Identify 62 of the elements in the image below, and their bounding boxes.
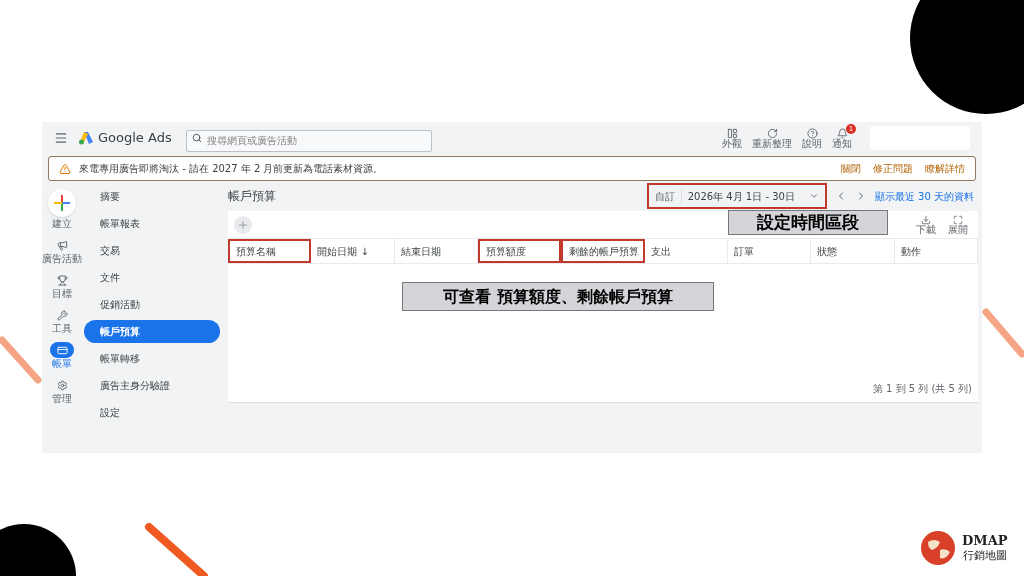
rail-item[interactable]: 目標	[50, 272, 74, 299]
globe-logo-icon	[920, 530, 956, 566]
search-field[interactable]: 搜尋網頁或廣告活動	[185, 129, 432, 152]
brand-name: DMAP	[962, 533, 1008, 550]
logo-icon	[78, 131, 94, 145]
create-button[interactable]: 建立	[48, 189, 76, 229]
table-tool-button[interactable]: 展開	[948, 214, 968, 235]
decorative-stroke	[144, 522, 210, 576]
toolbar-button[interactable]: 說明	[802, 127, 822, 149]
menu-item[interactable]: 文件	[84, 266, 220, 289]
banner-link[interactable]: 瞭解詳情	[925, 161, 965, 176]
decorative-stroke	[0, 336, 42, 384]
menu-item[interactable]: 帳戶預算	[84, 320, 220, 343]
column-header[interactable]: 預算額度	[478, 239, 562, 263]
column-header[interactable]: 剩餘的帳戶預算	[561, 239, 645, 263]
refresh-icon	[766, 127, 778, 139]
menu-icon[interactable]	[54, 131, 68, 145]
toolbar-button[interactable]: 外觀	[722, 127, 742, 149]
banner-link[interactable]: 修正問題	[873, 161, 913, 176]
layout-icon	[726, 127, 738, 139]
download-icon	[921, 214, 931, 225]
brand-tagline: 行銷地圖	[962, 549, 1007, 563]
plus-icon	[48, 189, 76, 217]
expand-icon	[953, 214, 963, 225]
rail-item[interactable]: 帳單	[50, 342, 74, 369]
annotation-label: 可查看 預算額度、剩餘帳戶預算	[402, 282, 714, 311]
pagination-text: 第 1 到 5 列 (共 5 列)	[872, 382, 972, 396]
column-header[interactable]: 動作	[894, 239, 978, 263]
warning-icon	[59, 162, 71, 175]
banner-link[interactable]: 關閉	[841, 161, 861, 176]
column-header[interactable]: 狀態	[811, 239, 895, 263]
search-icon	[191, 133, 202, 143]
menu-item[interactable]: 帳單報表	[84, 212, 220, 235]
menu-item[interactable]: 設定	[84, 401, 220, 424]
menu-item[interactable]: 帳單轉移	[84, 347, 220, 370]
menu-item[interactable]: 廣告主身分驗證	[84, 374, 220, 397]
recent-data-link[interactable]: 顯示最近 30 天的資料	[874, 188, 974, 204]
date-range-selector[interactable]: 自訂 2026年 4月 1日 - 30日	[646, 183, 827, 209]
column-header[interactable]: 訂單	[728, 239, 812, 263]
rail-item[interactable]: 工具	[50, 307, 74, 334]
toolbar-button[interactable]: 重新整理	[752, 127, 792, 149]
column-header[interactable]: 結束日期	[394, 239, 478, 263]
table-tool-button[interactable]: 下載	[916, 214, 936, 235]
banner-message: 來電專用廣告即將淘汰 - 請在 2027 年 2 月前更新為電話素材資源。	[79, 162, 384, 176]
bell-icon	[836, 127, 848, 139]
menu-item[interactable]: 摘要	[84, 185, 220, 208]
rail-item[interactable]: 廣告活動	[42, 237, 82, 264]
column-header[interactable]: 支出	[644, 239, 728, 263]
caret-icon	[808, 191, 819, 201]
annotation-label: 設定時間區段	[728, 210, 888, 235]
decorative-stroke	[982, 308, 1024, 360]
menu-item[interactable]: 交易	[84, 239, 220, 262]
rail-item[interactable]: 管理	[50, 377, 74, 404]
add-button[interactable]	[234, 215, 252, 234]
page-title: 帳戶預算	[228, 188, 276, 205]
card-icon	[50, 342, 74, 358]
column-header[interactable]: 開始日期 ↓	[311, 239, 395, 263]
help-icon	[806, 127, 818, 139]
plus-icon	[237, 218, 249, 231]
column-header[interactable]: 預算名稱	[228, 239, 312, 263]
product-name: Google Ads	[98, 129, 172, 148]
menu-item[interactable]: 促銷活動	[84, 293, 220, 316]
